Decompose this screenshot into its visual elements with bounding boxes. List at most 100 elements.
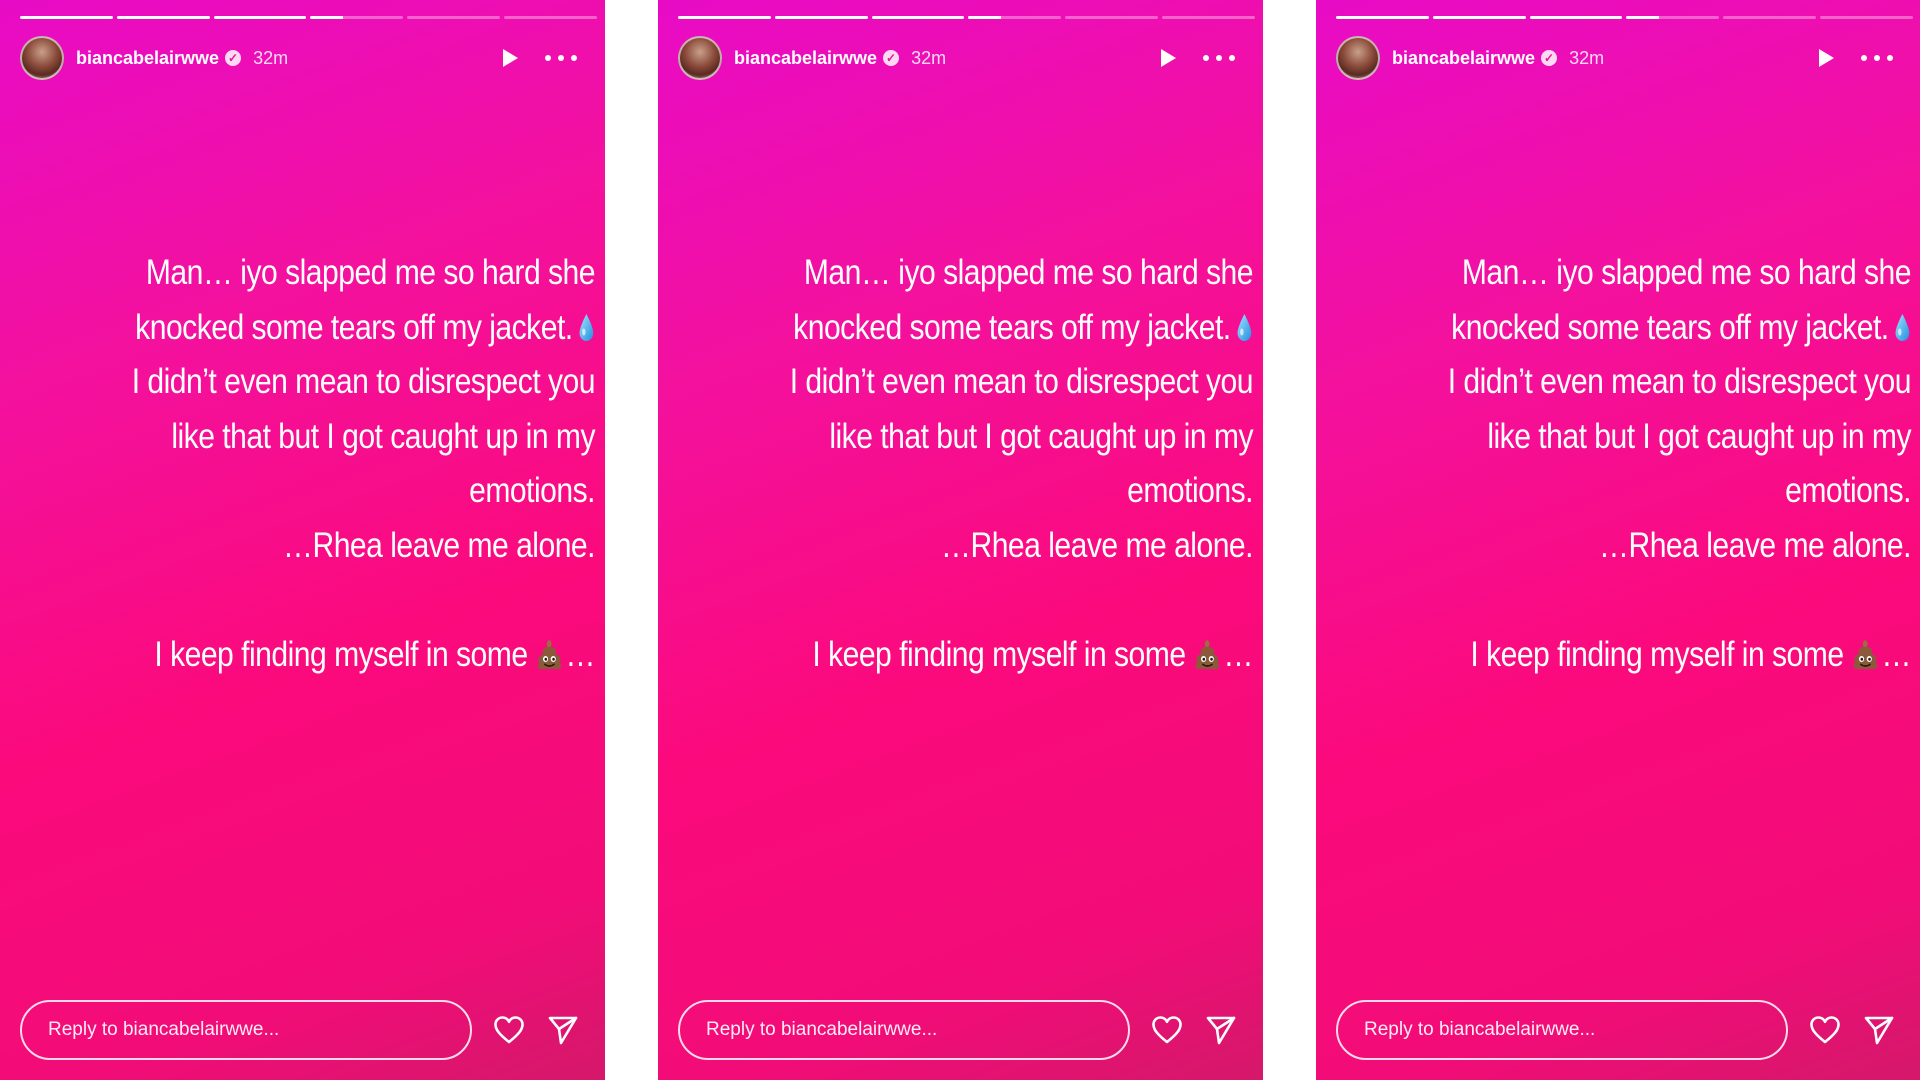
avatar[interactable] — [678, 36, 722, 80]
progress-segment — [20, 16, 113, 19]
caption-line: knocked some tears off my jacket. — [113, 301, 595, 356]
progress-fill — [774, 16, 868, 19]
send-icon — [1864, 1016, 1894, 1045]
verified-badge-icon: ✓ — [1541, 50, 1558, 66]
more-options-dot — [1229, 55, 1235, 61]
caption-line: …Rhea leave me alone. — [1598, 525, 1912, 565]
post-time: 32m — [911, 47, 947, 68]
caption-line: Man… iyo slapped me so hard she — [803, 253, 1254, 292]
caption-line: I didn’t even mean to disrespect you — [131, 362, 596, 401]
story-panel[interactable]: biancabelairwwe ✓ 32m Man… iyo slapped m… — [0, 0, 605, 1080]
username[interactable]: biancabelairwwe — [76, 48, 219, 69]
avatar[interactable] — [20, 36, 64, 80]
heart-icon — [1152, 1016, 1182, 1044]
caption-text: … — [565, 634, 595, 674]
heart-icon — [494, 1016, 524, 1044]
like-button[interactable] — [1808, 1013, 1842, 1047]
caption-line: Man… iyo slapped me so hard she — [1461, 253, 1912, 292]
reply-input[interactable] — [678, 1000, 1130, 1060]
progress-segment — [678, 16, 771, 19]
play-icon — [1819, 49, 1834, 67]
progress-fill — [1529, 16, 1623, 19]
caption-line: like that but I got caught up in my — [171, 416, 596, 456]
story-header: biancabelairwwe ✓ 32m — [20, 36, 585, 80]
progress-segment — [1336, 16, 1429, 19]
story-footer — [1336, 1000, 1901, 1060]
more-options-icon — [1203, 55, 1209, 61]
droplet-icon — [1237, 313, 1252, 341]
caption-text: I keep finding myself in some — [1470, 634, 1844, 674]
progress-fill — [20, 16, 113, 19]
caption-text: knocked some tears off my jacket. — [135, 307, 573, 347]
caption-text: … — [1223, 634, 1253, 674]
more-options-button[interactable] — [545, 47, 577, 69]
share-button[interactable] — [1862, 1013, 1896, 1047]
reply-input[interactable] — [1336, 1000, 1788, 1060]
progress-segment — [871, 16, 965, 19]
play-button[interactable] — [499, 47, 521, 69]
play-icon — [503, 49, 518, 67]
avatar[interactable] — [1336, 36, 1380, 80]
droplet-icon — [579, 313, 594, 341]
caption-line: Man… iyo slapped me so hard she — [145, 253, 596, 292]
caption-line: knocked some tears off my jacket. — [1429, 301, 1911, 356]
more-options-dot — [1216, 55, 1222, 61]
play-button[interactable] — [1815, 47, 1837, 69]
progress-fill — [1336, 16, 1429, 19]
progress-segment — [213, 16, 307, 19]
caption-line: I keep finding myself in some… — [113, 628, 595, 683]
send-icon — [548, 1016, 578, 1045]
progress-segment — [310, 16, 404, 19]
caption-text: knocked some tears off my jacket. — [1451, 307, 1889, 347]
story-caption: Man… iyo slapped me so hard she knocked … — [771, 246, 1254, 683]
send-icon — [1206, 1016, 1236, 1045]
story-progress-bar — [678, 16, 1255, 19]
progress-fill — [213, 16, 307, 19]
more-options-dot — [1874, 55, 1880, 61]
story-panel[interactable]: biancabelairwwe ✓ 32m Man… iyo slapped m… — [658, 0, 1263, 1080]
username[interactable]: biancabelairwwe — [1392, 48, 1535, 69]
caption-text: I keep finding myself in some — [812, 634, 1186, 674]
caption-line: emotions. — [1785, 471, 1911, 510]
caption-line: I didn’t even mean to disrespect you — [1447, 362, 1912, 401]
more-options-button[interactable] — [1203, 47, 1235, 69]
story-header: biancabelairwwe ✓ 32m — [678, 36, 1243, 80]
share-button[interactable] — [1204, 1013, 1238, 1047]
story-footer — [20, 1000, 585, 1060]
reply-input[interactable] — [20, 1000, 472, 1060]
caption-line: I didn’t even mean to disrespect you — [789, 362, 1254, 401]
play-icon — [1161, 49, 1176, 67]
caption-text: … — [1881, 634, 1911, 674]
caption-line: …Rhea leave me alone. — [940, 525, 1254, 565]
progress-fill — [1432, 16, 1526, 19]
caption-line: …Rhea leave me alone. — [282, 525, 596, 565]
story-progress-bar — [20, 16, 597, 19]
like-button[interactable] — [492, 1013, 526, 1047]
more-options-icon — [1861, 55, 1867, 61]
post-time: 32m — [253, 47, 289, 68]
story-progress-bar — [1336, 16, 1913, 19]
verified-badge-icon: ✓ — [225, 50, 242, 66]
story-panel[interactable]: biancabelairwwe ✓ 32m Man… iyo slapped m… — [1316, 0, 1920, 1080]
caption-line: emotions. — [1127, 471, 1253, 510]
play-button[interactable] — [1157, 47, 1179, 69]
like-button[interactable] — [1150, 1013, 1184, 1047]
username[interactable]: biancabelairwwe — [734, 48, 877, 69]
more-options-button[interactable] — [1861, 47, 1893, 69]
share-button[interactable] — [546, 1013, 580, 1047]
progress-segment — [1723, 16, 1817, 19]
progress-segment — [1162, 16, 1255, 19]
progress-segment — [407, 16, 501, 19]
progress-segment — [1432, 16, 1526, 19]
progress-segment — [504, 16, 597, 19]
progress-fill — [116, 16, 210, 19]
pile-of-poo-icon — [1195, 639, 1219, 669]
progress-fill — [310, 16, 343, 19]
pile-of-poo-icon — [537, 639, 561, 669]
progress-segment — [1626, 16, 1720, 19]
caption-line: I keep finding myself in some … — [771, 628, 1253, 683]
progress-fill — [871, 16, 965, 19]
caption-line: like that but I got caught up in my — [829, 416, 1253, 456]
